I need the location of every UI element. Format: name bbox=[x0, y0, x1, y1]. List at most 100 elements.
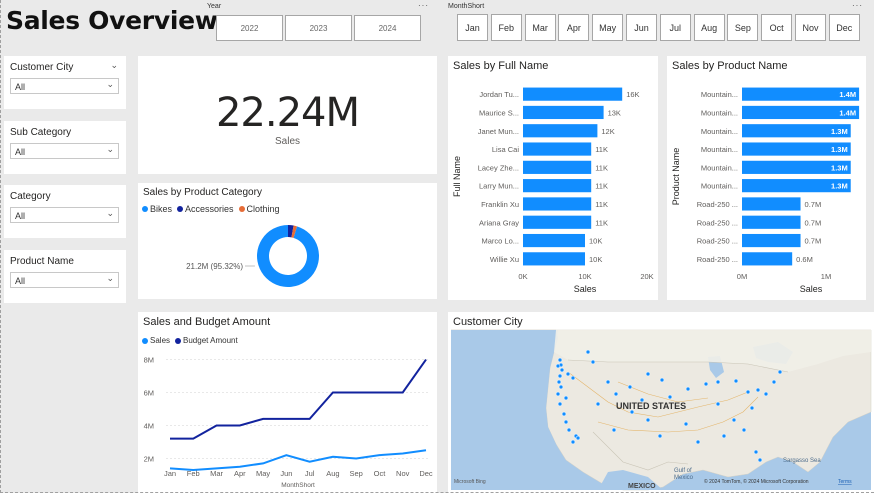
city-marker[interactable] bbox=[763, 391, 769, 397]
city-marker[interactable] bbox=[741, 427, 747, 433]
customer-city-map[interactable]: Customer City UNITED STATES MEXICO Gulf … bbox=[448, 312, 874, 493]
city-marker[interactable] bbox=[570, 375, 576, 381]
city-marker[interactable] bbox=[570, 439, 576, 445]
city-marker[interactable] bbox=[556, 379, 562, 385]
x-tick-label: Feb bbox=[187, 469, 200, 478]
filter-dropdown[interactable]: All ⌄ bbox=[10, 78, 119, 94]
city-marker[interactable] bbox=[558, 384, 564, 390]
city-marker[interactable] bbox=[721, 433, 727, 439]
kpi-card[interactable]: 22.24M Sales bbox=[138, 56, 437, 174]
bar bbox=[742, 197, 801, 211]
bar bbox=[523, 215, 592, 229]
fullname-bar-chart: Jordan Tu... 16K Maurice S... 13K Janet Mun.… bbox=[452, 87, 654, 294]
city-marker[interactable] bbox=[749, 405, 755, 411]
city-marker[interactable] bbox=[733, 378, 739, 384]
map-canvas[interactable]: UNITED STATES MEXICO Gulf of Mexico Sarga… bbox=[448, 312, 874, 493]
city-marker[interactable] bbox=[667, 394, 673, 400]
city-marker[interactable] bbox=[557, 401, 563, 407]
city-marker[interactable] bbox=[685, 386, 691, 392]
month-option-oct[interactable]: Oct bbox=[761, 14, 793, 41]
month-option-mar[interactable]: Mar bbox=[524, 14, 556, 41]
bar-data-label: 10K bbox=[589, 255, 602, 264]
city-marker[interactable] bbox=[575, 435, 581, 441]
city-marker[interactable] bbox=[565, 371, 571, 377]
product-chart[interactable]: Sales by Product Name Mountain... 1.4M Mou… bbox=[667, 56, 866, 300]
x-axis-title: Sales bbox=[800, 284, 823, 294]
bar-category-label: Lacey Zhe... bbox=[478, 163, 519, 172]
city-marker[interactable] bbox=[613, 391, 619, 397]
city-marker[interactable] bbox=[715, 379, 721, 385]
x-tick-label: 0M bbox=[737, 272, 747, 281]
bar-data-label: 10K bbox=[589, 237, 602, 246]
x-tick-label: 10K bbox=[578, 272, 591, 281]
month-slicer-more-icon[interactable]: ··· bbox=[852, 1, 863, 10]
category-chart[interactable]: Sales by Product Category Bikes Accessori… bbox=[138, 183, 437, 299]
month-option-apr[interactable]: Apr bbox=[558, 14, 590, 41]
month-option-may[interactable]: May bbox=[592, 14, 624, 41]
bar-category-label: Mountain... bbox=[701, 108, 738, 117]
city-marker[interactable] bbox=[555, 363, 561, 369]
x-tick-label: Sep bbox=[350, 469, 363, 478]
month-option-sep[interactable]: Sep bbox=[727, 14, 759, 41]
x-tick-label: Aug bbox=[326, 469, 339, 478]
city-marker[interactable] bbox=[659, 377, 665, 383]
bar-category-label: Jordan Tu... bbox=[479, 90, 519, 99]
city-marker[interactable] bbox=[605, 379, 611, 385]
city-marker[interactable] bbox=[645, 371, 651, 377]
city-marker[interactable] bbox=[563, 419, 569, 425]
bar bbox=[742, 233, 801, 248]
city-marker[interactable] bbox=[557, 357, 563, 363]
year-slicer-label: Year bbox=[207, 3, 222, 10]
city-marker[interactable] bbox=[731, 417, 737, 423]
bar-category-label: Mountain... bbox=[701, 90, 738, 99]
city-marker[interactable] bbox=[559, 367, 565, 373]
city-marker[interactable] bbox=[557, 373, 563, 379]
month-option-feb[interactable]: Feb bbox=[490, 14, 522, 41]
year-slicer-more-icon[interactable]: ··· bbox=[418, 1, 429, 10]
city-marker[interactable] bbox=[757, 457, 763, 463]
x-axis-title: MonthShort bbox=[281, 482, 315, 489]
year-option-2023[interactable]: 2023 bbox=[285, 15, 352, 41]
bar bbox=[523, 179, 592, 193]
city-marker[interactable] bbox=[555, 391, 561, 397]
city-marker[interactable] bbox=[683, 421, 689, 427]
city-marker[interactable] bbox=[585, 349, 591, 355]
x-axis-title: Sales bbox=[574, 284, 597, 294]
city-marker[interactable] bbox=[561, 411, 567, 417]
city-marker[interactable] bbox=[753, 449, 759, 455]
bar-category-label: Maurice S... bbox=[479, 108, 519, 117]
map-terms-link[interactable]: Terms bbox=[838, 479, 852, 485]
city-marker[interactable] bbox=[703, 381, 709, 387]
budget-chart[interactable]: Sales and Budget Amount Sales Budget Amou… bbox=[138, 312, 437, 493]
city-marker[interactable] bbox=[715, 401, 721, 407]
city-marker[interactable] bbox=[657, 433, 663, 439]
month-option-nov[interactable]: Nov bbox=[795, 14, 826, 41]
x-tick-label: Jul bbox=[305, 469, 315, 478]
city-marker[interactable] bbox=[566, 427, 572, 433]
month-option-jun[interactable]: Jun bbox=[626, 14, 657, 41]
city-marker[interactable] bbox=[755, 387, 761, 393]
year-option-2022[interactable]: 2022 bbox=[216, 15, 283, 41]
collapse-chevron-icon[interactable]: ⌄ bbox=[110, 60, 118, 71]
city-marker[interactable] bbox=[595, 401, 601, 407]
city-marker[interactable] bbox=[590, 359, 596, 365]
city-marker[interactable] bbox=[645, 417, 651, 423]
filter-dropdown[interactable]: All ⌄ bbox=[10, 272, 119, 288]
filter-dropdown[interactable]: All ⌄ bbox=[10, 143, 119, 159]
month-option-jan[interactable]: Jan bbox=[457, 14, 488, 41]
city-marker[interactable] bbox=[563, 395, 569, 401]
filter-dropdown[interactable]: All ⌄ bbox=[10, 207, 119, 223]
city-marker[interactable] bbox=[611, 427, 617, 433]
fullname-chart[interactable]: Sales by Full Name Jordan Tu... 16K Mauric… bbox=[448, 56, 658, 300]
city-marker[interactable] bbox=[777, 369, 783, 375]
city-marker[interactable] bbox=[627, 384, 633, 390]
month-option-jul[interactable]: Jul bbox=[659, 14, 691, 41]
filter-product-name: Product Name All ⌄ bbox=[4, 250, 126, 303]
year-option-2024[interactable]: 2024 bbox=[354, 15, 421, 41]
month-option-dec[interactable]: Dec bbox=[828, 14, 860, 41]
chevron-down-icon: ⌄ bbox=[106, 273, 114, 283]
city-marker[interactable] bbox=[695, 439, 701, 445]
city-marker[interactable] bbox=[745, 389, 751, 395]
month-option-aug[interactable]: Aug bbox=[693, 14, 725, 41]
city-marker[interactable] bbox=[771, 379, 777, 385]
